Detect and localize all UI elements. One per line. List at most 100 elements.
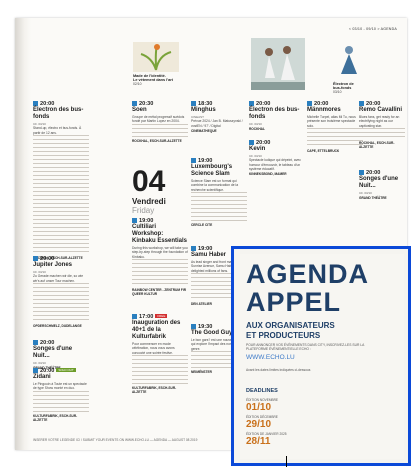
text-block bbox=[132, 258, 188, 287]
event-listing[interactable]: 20:00 Songes d'une Nuit... cf. 03/10 GRA… bbox=[359, 170, 405, 201]
deadline-date: 01/10 bbox=[246, 402, 272, 413]
event-listing[interactable]: 20:00 Männmores Michelle Turpel, alias M… bbox=[307, 101, 363, 153]
event-tag: SOLD OUT bbox=[56, 368, 76, 372]
event-text: Zu Gerade machen wir die, so wie wir's a… bbox=[33, 274, 84, 283]
page-header-nav[interactable]: < 03/10 - 09/10 > AGENDA bbox=[349, 27, 397, 31]
event-venue: KULTURFABRIK, ESCH-SUR-ALZETTE bbox=[132, 385, 177, 395]
deadline-date: 29/10 bbox=[246, 419, 272, 430]
page-footer: INSERER VOTRE LEGENDE ICI / SUBMIT YOUR … bbox=[33, 438, 198, 442]
ad-url-link[interactable]: WWW.ECHO.LU bbox=[246, 354, 295, 361]
event-listing[interactable]: 20:00 Kevin cf. 03/10 Spectacle ludique … bbox=[249, 140, 305, 176]
event-time: 20:00 bbox=[359, 170, 405, 176]
event-venue: GRAND THÉÂTRE bbox=[359, 196, 387, 201]
event-listing[interactable]: 19:00 Luxembourg's Science Slam Science … bbox=[191, 158, 247, 227]
text-block bbox=[132, 354, 188, 385]
event-meta: cf. 03/10 bbox=[359, 191, 372, 196]
deadline-date: 28/11 bbox=[246, 436, 271, 447]
plant-illustration-icon bbox=[140, 44, 172, 71]
ad-panel: AGENDA APPEL AUX ORGANISATEURS ET PRODUC… bbox=[240, 254, 404, 459]
page-curl bbox=[15, 18, 31, 450]
event-venue: CINEMATHEQUE bbox=[191, 128, 217, 133]
ad-subtitle-line1: AUX ORGANISATEURS bbox=[246, 321, 335, 330]
event-title: Électron des bus-fonds bbox=[249, 107, 300, 121]
caption-artist: Électron de bus-fonds 03/10 bbox=[333, 82, 393, 94]
event-time: 20:00 bbox=[249, 140, 305, 146]
event-text: Spectacle ludique qui dépeint, avec humo… bbox=[249, 158, 301, 171]
event-listing[interactable]: 20:00 Électron des bus-fonds cf. 03/10 R… bbox=[249, 101, 305, 132]
day-marker: 04 Vendredi Friday bbox=[132, 167, 188, 216]
event-title: Songes d'une Nuit... bbox=[359, 176, 399, 190]
event-listing[interactable]: 20:00 Remo Cavallini Blues fans, get rea… bbox=[359, 101, 405, 149]
text-block bbox=[33, 390, 89, 413]
event-venue: RAINBOW CENTER - ZENTRUM FIR QUEER KULTU… bbox=[132, 287, 187, 297]
ad-subtitle: AUX ORGANISATEURS ET PRODUCTEURS bbox=[246, 321, 335, 341]
event-venue: ROCKHAL, ESCH-SUR-ALZETTE bbox=[359, 140, 395, 150]
event-listing[interactable]: 20:00 Songes d'une Nuit... cf. 03/10 GRA… bbox=[33, 340, 89, 371]
event-text: Groupe de métal progressif suédois fondé… bbox=[132, 115, 185, 124]
photo-artist bbox=[335, 44, 363, 78]
event-tag: FREE bbox=[155, 314, 168, 318]
event-title: Soen bbox=[132, 107, 147, 114]
event-venue: ROCKHAL, ESCH-SUR-ALZETTE bbox=[132, 138, 182, 143]
event-title: Électron des bus-fonds bbox=[33, 107, 84, 121]
event-title: Luxembourg's Science Slam bbox=[191, 164, 233, 178]
event-text: Prévue 2024 / Jan B. Matuszynski / vostE… bbox=[191, 119, 243, 128]
event-venue: KINNEKSBOND, MAMER bbox=[249, 172, 287, 177]
event-venue: OPDERSCHMELZ, DUDELANGE bbox=[33, 323, 82, 328]
event-text: During this workshop, we will take you s… bbox=[132, 246, 188, 259]
event-title: Cultiliari Workshop: Kinbaku Essentials bbox=[132, 224, 188, 245]
event-title: Männmores bbox=[307, 107, 341, 114]
figure-illustration-icon bbox=[341, 46, 357, 74]
ad-subtitle-line2: ET PRODUCTEURS bbox=[246, 331, 321, 340]
day-weekday: Vendredi bbox=[132, 197, 166, 206]
event-listing[interactable]: 17:00 FREE Inauguration des 40+1 de la Ku… bbox=[132, 314, 188, 394]
event-time: 20:30 bbox=[132, 101, 188, 107]
photo-exhibition bbox=[133, 42, 179, 72]
event-time: 20:00 bbox=[307, 101, 363, 107]
event-listing[interactable]: 20:00 SOLD OUT Zidani Le Pingouin à Toute… bbox=[33, 368, 89, 422]
event-time: 20:00 bbox=[33, 256, 89, 262]
event-time: 18:30 bbox=[191, 101, 212, 107]
event-text: Blues fans, get ready for an electrifyin… bbox=[359, 115, 400, 128]
text-block bbox=[33, 134, 89, 255]
event-title: Remo Cavallini bbox=[359, 107, 403, 114]
caption-date: 02/10 bbox=[133, 82, 142, 86]
event-venue: CAPE, ETTELBRUCK bbox=[307, 148, 340, 153]
ad-pointer-line bbox=[286, 456, 287, 467]
event-time: 17:00 bbox=[132, 314, 153, 320]
event-time: 19:00 bbox=[191, 158, 247, 164]
event-venue: CERCLE CITE bbox=[191, 222, 213, 227]
event-listing[interactable]: 18:30 Minghus CINEAST Prévue 2024 / Jan … bbox=[191, 101, 247, 133]
event-listing[interactable]: 20:00 Électron des bus-fonds cf. 03/10 S… bbox=[33, 101, 89, 260]
event-time: 20:00 bbox=[33, 101, 89, 107]
event-title: Jupiter Jones bbox=[33, 262, 73, 269]
event-text: Pour commencer en mode célébration, nous… bbox=[132, 342, 175, 355]
event-time: 20:00 bbox=[249, 101, 305, 107]
event-meta: cf. 03/10 bbox=[249, 122, 262, 127]
event-listing[interactable]: 19:00 Cultiliari Workshop: Kinbaku Essen… bbox=[132, 218, 188, 296]
event-meta: cf. 03/10 bbox=[33, 361, 46, 366]
event-time: 19:00 bbox=[132, 218, 188, 224]
event-venue: ROCKHAL bbox=[249, 127, 265, 132]
event-time: 20:00 bbox=[33, 368, 54, 374]
ad-title-line1: AGENDA bbox=[246, 259, 370, 289]
deadlines-title: DEADLINES bbox=[246, 388, 278, 394]
event-time: 20:00 bbox=[33, 340, 89, 346]
ad-body: POUR ANNONCER VOS ÉVÉNEMENTS DANS CITY, … bbox=[246, 343, 365, 352]
caption-date: 03/10 bbox=[333, 90, 342, 94]
event-venue: KULTURFABRIK, ESCH-SUR-ALZETTE bbox=[33, 413, 78, 422]
text-block bbox=[359, 127, 405, 140]
event-title: Kevin bbox=[249, 146, 266, 153]
event-listing[interactable]: 20:30 Soen Groupe de métal progressif su… bbox=[132, 101, 188, 143]
text-block bbox=[191, 191, 247, 222]
event-listing[interactable]: 20:00 Jupiter Jones cf. 03/10 Zu Gerade … bbox=[33, 256, 89, 328]
text-block bbox=[307, 127, 363, 148]
event-text: Science Slam est un format qui combine l… bbox=[191, 179, 239, 192]
agenda-call-ad[interactable]: AGENDA APPEL AUX ORGANISATEURS ET PRODUC… bbox=[231, 246, 411, 466]
caption-exhibition: Made de l'identité. Le vétement dans l'a… bbox=[133, 74, 213, 86]
event-title: Inauguration des 40+1 de la Kulturfabrik bbox=[132, 320, 181, 341]
ad-note: Avant les dates limites indiquées ci-des… bbox=[246, 368, 311, 372]
event-title: Minghus bbox=[191, 107, 216, 114]
event-text: Stand-up, électro et bus-fonds. À partir… bbox=[33, 126, 82, 135]
text-block bbox=[132, 123, 188, 138]
